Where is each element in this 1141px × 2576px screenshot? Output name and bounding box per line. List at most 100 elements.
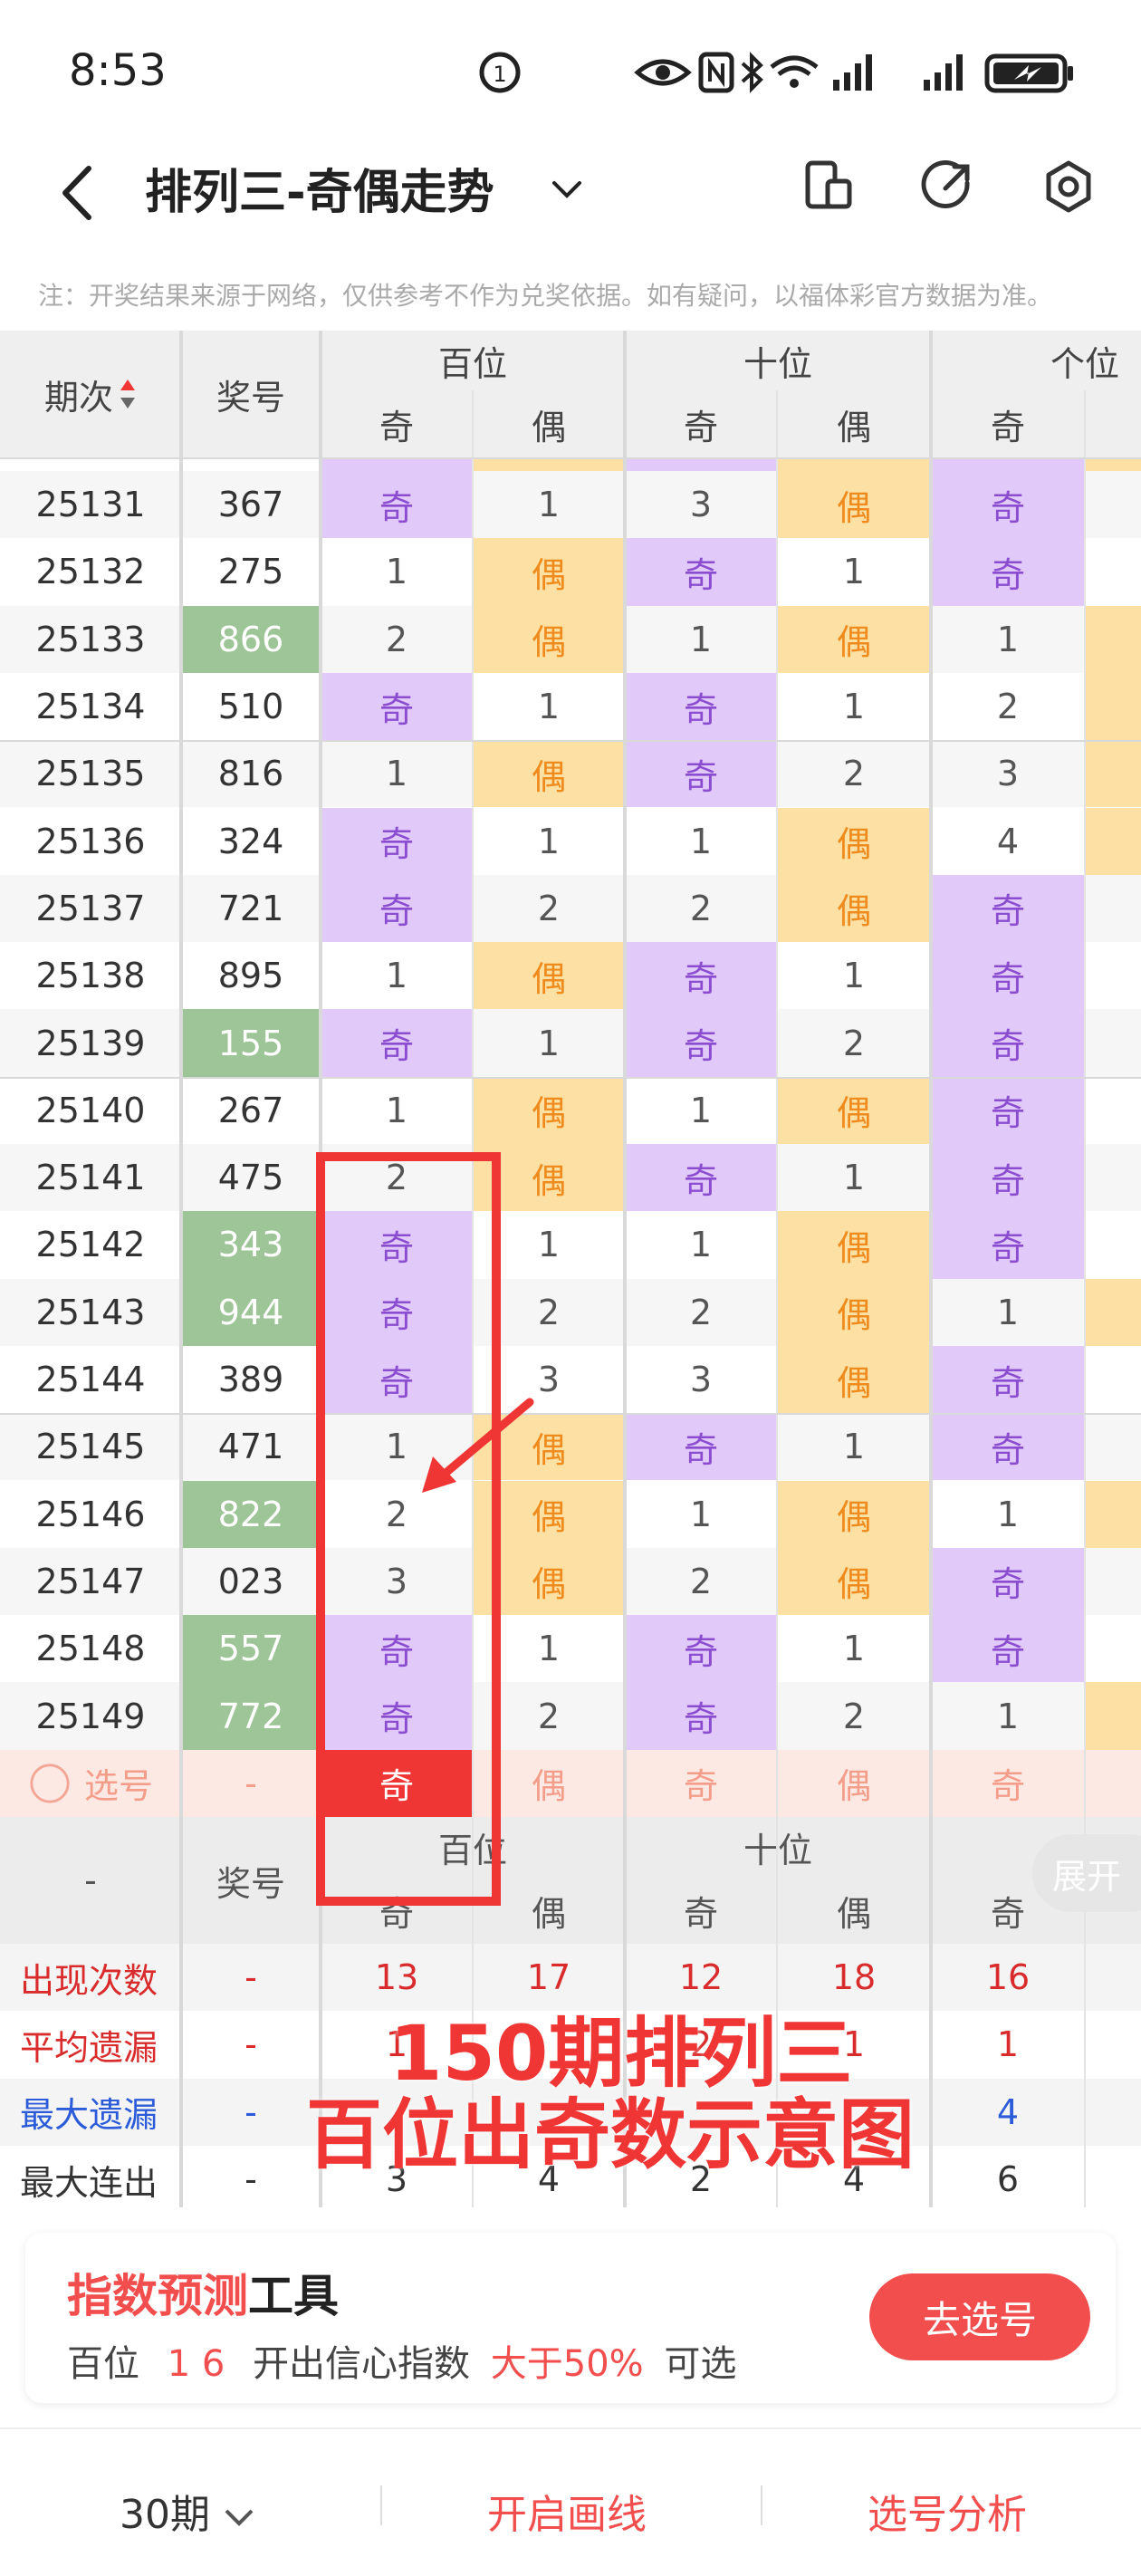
trend-cell: 奇 [625, 942, 777, 1010]
stats-dash: - [181, 1944, 321, 2012]
trend-cell: 偶 [777, 1345, 931, 1414]
table-row-number: 822 [181, 1480, 321, 1548]
stats-value [1085, 1944, 1141, 2012]
trend-cell: 2 [473, 1682, 625, 1750]
trend-cell: 奇 [321, 1345, 473, 1414]
table-row-period: 25132 [0, 538, 181, 606]
table-row-number: 471 [181, 1413, 321, 1481]
stats-dash: - [181, 2011, 321, 2079]
expand-button[interactable]: 展开 [1032, 1834, 1141, 1912]
signal-icon-1 [833, 54, 872, 91]
stats-value [1085, 2078, 1141, 2146]
trend-cell: 偶 [777, 471, 931, 539]
stats-label: 最大连出 [0, 2145, 181, 2207]
trend-cell: 1 [777, 538, 931, 606]
trend-cell: 1 [931, 1278, 1085, 1346]
trend-cell: 2 [625, 1547, 777, 1616]
trend-cell [1085, 1547, 1141, 1616]
sub-header-even: 偶 [1085, 390, 1141, 457]
trend-cell: 1 [321, 1076, 473, 1144]
settings-icon[interactable] [1040, 158, 1098, 216]
trend-cell: 奇 [625, 1144, 777, 1212]
grid-line [179, 331, 183, 2207]
select-circle-icon[interactable] [28, 1762, 72, 1805]
share-icon[interactable] [918, 158, 976, 216]
trend-cell: 1 [777, 1413, 931, 1481]
table-row-period: 25138 [0, 942, 181, 1010]
title-bar: 排列三-奇偶走势 [0, 136, 1141, 254]
sort-icon [120, 380, 135, 409]
table-row-period: 25134 [0, 672, 181, 741]
select-odd-button[interactable]: 奇 [625, 1749, 777, 1817]
trend-cell: 奇 [625, 1615, 777, 1683]
trend-cell: 奇 [931, 1144, 1085, 1212]
chevron-down-icon[interactable] [549, 172, 585, 208]
select-even-button[interactable] [1085, 1749, 1141, 1817]
table-row-partial [777, 457, 931, 471]
trend-cell [1085, 672, 1141, 741]
trend-cell: 1 [321, 740, 473, 808]
analysis-button[interactable]: 选号分析 [868, 2482, 1027, 2540]
select-row-label[interactable]: 选号 [0, 1749, 181, 1817]
select-even-button[interactable]: 偶 [473, 1749, 625, 1817]
trend-cell: 奇 [625, 672, 777, 741]
table-row-period: 25142 [0, 1211, 181, 1279]
table-row-number: 557 [181, 1615, 321, 1683]
column-header-period[interactable]: 期次 [0, 331, 181, 457]
trend-cell: 偶 [473, 538, 625, 606]
trend-cell: 奇 [321, 672, 473, 741]
select-odd-button[interactable]: 奇 [321, 1749, 473, 1817]
card-subtitle: 百位 1 6 开出信心指数 大于50% 可选 [67, 2334, 736, 2387]
grid-line [0, 740, 1141, 743]
grid-line [623, 331, 627, 2207]
trend-table: 期次奖号百位奇偶十位奇偶个位奇偶25131367奇13偶奇251322751偶奇… [0, 331, 1141, 2207]
table-row-period: 25140 [0, 1076, 181, 1144]
trend-cell: 2 [473, 1278, 625, 1346]
card-sub-digits: 1 6 [167, 2343, 225, 2385]
sub-header-odd: 奇 [931, 390, 1085, 457]
stats-value: 16 [931, 1944, 1085, 2012]
trend-cell: 1 [625, 1480, 777, 1548]
period-selector[interactable]: 30期 [120, 2482, 257, 2540]
battery-icon [984, 53, 1073, 93]
trend-cell: 偶 [777, 605, 931, 673]
table-row-partial [1085, 457, 1141, 471]
select-even-button[interactable]: 偶 [777, 1749, 931, 1817]
trend-cell: 奇 [321, 1211, 473, 1279]
table-row-period: 25149 [0, 1682, 181, 1750]
trend-cell [1085, 807, 1141, 875]
select-odd-button[interactable]: 奇 [931, 1749, 1085, 1817]
trend-cell: 2 [777, 740, 931, 808]
trend-cell: 奇 [931, 1413, 1085, 1481]
column-header-number: 奖号 [181, 331, 321, 457]
page-title[interactable]: 排列三-奇偶走势 [145, 161, 494, 225]
table-row-number: 275 [181, 538, 321, 606]
trend-cell [1085, 740, 1141, 808]
trend-cell: 偶 [777, 1547, 931, 1616]
trend-cell [1085, 471, 1141, 539]
footer-number-header: 奖号 [181, 1817, 321, 1944]
trend-cell: 1 [473, 1615, 625, 1683]
go-select-button[interactable]: 去选号 [869, 2273, 1090, 2360]
footer-dash: - [0, 1817, 181, 1944]
table-row-period: 25135 [0, 740, 181, 808]
trend-cell: 奇 [321, 1278, 473, 1346]
trend-cell: 1 [625, 1076, 777, 1144]
draw-line-button[interactable]: 开启画线 [487, 2482, 647, 2540]
table-row-number: 389 [181, 1345, 321, 1414]
trend-cell [1085, 538, 1141, 606]
device-icon[interactable] [801, 158, 858, 216]
trend-cell: 1 [473, 1009, 625, 1077]
table-row-number: 155 [181, 1009, 321, 1077]
trend-cell [1085, 1345, 1141, 1414]
trend-cell [1085, 1211, 1141, 1279]
stats-value: 4 [931, 2078, 1085, 2146]
trend-cell: 1 [473, 807, 625, 875]
trend-cell: 2 [777, 1682, 931, 1750]
grid-line [1084, 390, 1086, 2207]
back-arrow-icon[interactable] [53, 161, 107, 225]
table-row-number: 343 [181, 1211, 321, 1279]
trend-cell: 1 [473, 471, 625, 539]
trend-cell: 2 [625, 1278, 777, 1346]
grid-line [776, 390, 778, 2207]
